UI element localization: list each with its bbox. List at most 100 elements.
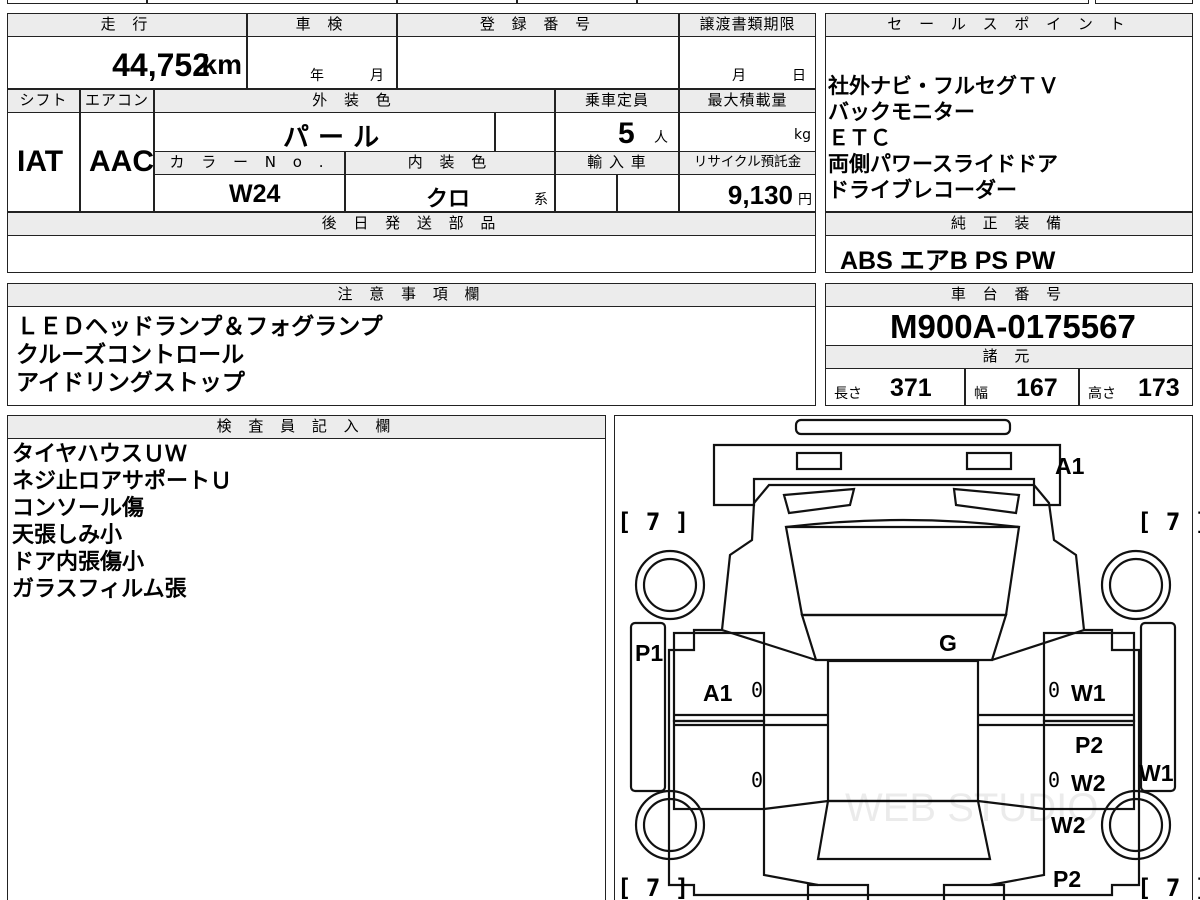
top-cropped-cell-1 [7, 0, 147, 4]
inspector-item: 天張しみ小 [12, 523, 123, 548]
standard-equipment-cell: ABS エアB PS PW [825, 235, 1193, 275]
recycle-unit: 円 [798, 192, 812, 208]
wiper-right [952, 487, 1020, 514]
recycle-header: リサイクル預託金 [679, 151, 816, 175]
interior-color-header: 内 装 色 [345, 151, 555, 175]
recycle-cell: 9,130 円 [679, 174, 816, 212]
height-cell: 高さ 173 [1079, 368, 1193, 406]
left-front-door-zero: 0 [751, 678, 764, 702]
max-load-header: 最大積載量 [679, 89, 816, 113]
tire-left-top-bracket: [ 7 ] [617, 508, 690, 536]
tire-rear-right [1100, 789, 1171, 860]
exterior-color-extra-cell [495, 112, 555, 152]
sales-point-item: ドライブレコーダー [828, 178, 1017, 202]
tire-front-right-inner [1108, 557, 1163, 612]
capacity-unit: 人 [654, 130, 668, 146]
later-parts-cell [7, 235, 816, 273]
standard-equipment-header: 純 正 装 備 [825, 212, 1193, 236]
chassis-no-header: 車 台 番 号 [825, 283, 1193, 307]
tire-left-bottom-value: 7 [645, 874, 661, 900]
mileage-unit: km [201, 49, 242, 80]
right-rear-bottom-code: P2 [1053, 866, 1082, 892]
capacity-header: 乗車定員 [555, 89, 679, 113]
import-cell-2 [617, 174, 679, 212]
inspector-item: コンソール傷 [12, 496, 145, 521]
top-cropped-cell-2 [147, 0, 397, 4]
sales-point-item: ＥＴＣ [828, 126, 891, 150]
headlight-right [965, 451, 1012, 470]
width-label: 幅 [974, 386, 988, 402]
inspector-item: ネジ止ロアサポートＵ [12, 469, 233, 494]
inspector-item: ドア内張傷小 [12, 550, 145, 575]
height-label: 高さ [1088, 386, 1116, 402]
front-damage-code: A1 [1055, 453, 1085, 479]
interior-color-value: クロ [426, 187, 471, 212]
sales-points-cell: 社外ナビ・フルセグＴＶ バックモニター ＥＴＣ 両側パワースライドドア ドライブ… [825, 36, 1193, 212]
mileage-header: 走 行 [7, 13, 247, 37]
chassis-no-cell: M900A-0175567 [825, 306, 1193, 346]
color-no-header: カ ラ ー N o . [154, 151, 345, 175]
left-c-pillar [763, 799, 828, 810]
interior-color-cell: クロ 系 [345, 174, 555, 212]
registration-cell [397, 36, 679, 89]
shift-cell: IAT [7, 112, 80, 212]
left-rear-door-zero: 0 [751, 768, 764, 792]
inspection-header: 車 検 [247, 13, 397, 37]
specs-header: 諸 元 [825, 345, 1193, 369]
width-cell: 幅 167 [965, 368, 1079, 406]
shift-value: IAT [17, 145, 64, 178]
color-no-value: W24 [229, 180, 281, 208]
left-fender-code: P1 [635, 640, 664, 666]
width-value: 167 [1016, 374, 1058, 402]
capacity-cell: 5 人 [555, 112, 679, 152]
shift-header: シフト [7, 89, 80, 113]
standard-equipment-value: ABS エアB PS PW [840, 247, 1056, 275]
rear-bumper-left [806, 883, 869, 900]
note-item: アイドリングストップ [16, 370, 245, 396]
top-cropped-cell-3 [397, 0, 517, 4]
exterior-color-header: 外 装 色 [154, 89, 555, 113]
inspector-item: ガラスフィルム張 [12, 577, 187, 602]
transfer-deadline-header: 譲渡書類期限 [679, 13, 816, 37]
inspection-year-label: 年 [310, 68, 324, 84]
inspection-month-label: 月 [370, 68, 384, 84]
glass-damage-code: G [939, 630, 957, 656]
transfer-month-label: 月 [732, 68, 746, 84]
max-load-unit: kg [794, 127, 811, 143]
capacity-value: 5 [618, 117, 635, 150]
aircon-cell: AAC [80, 112, 154, 212]
right-a-pillar [991, 628, 1084, 661]
car-diagram-panel: [ 7 ] [ 7 ] [ 7 ] [ 7 ] A1 G P1 A1 0 0 0… [614, 415, 1200, 900]
transfer-day-label: 日 [792, 68, 806, 84]
recycle-value: 9,130 [727, 180, 793, 210]
tire-left-top-value: 7 [645, 508, 661, 536]
max-load-cell: kg [679, 112, 816, 152]
left-front-door [672, 631, 765, 722]
notes-header: 注 意 事 項 欄 [7, 283, 816, 307]
inspection-cell: 年 月 [247, 36, 397, 89]
sales-point-item: 社外ナビ・フルセグＴＶ [828, 74, 1059, 98]
right-front-door-zero: 0 [1048, 678, 1061, 702]
top-cropped-cell-5 [637, 0, 1089, 4]
wiper-left [782, 487, 855, 514]
color-no-cell: W24 [154, 174, 345, 212]
left-a-pillar [721, 628, 816, 661]
notes-cell: ＬＥＤヘッドランプ＆フォグランプ クルーズコントロール アイドリングストップ [7, 306, 816, 406]
exterior-color-value: パ ー ル [283, 123, 380, 153]
tire-front-right [1100, 549, 1171, 620]
height-value: 173 [1138, 374, 1180, 402]
mileage-cell: 44,752 km [7, 36, 247, 89]
rear-left-quarter [762, 808, 818, 886]
mileage-value: 44,752 [112, 47, 210, 83]
tire-left-bottom-bracket: [ 7 ] [617, 874, 690, 900]
note-item: ＬＥＤヘッドランプ＆フォグランプ [16, 314, 383, 340]
rear-bumper-right [942, 883, 1005, 900]
tire-rear-right-inner [1108, 797, 1163, 852]
top-cropped-cell-6 [1095, 0, 1193, 4]
tire-right-bottom-bracket: [ 7 ] [1137, 874, 1200, 900]
transfer-deadline-cell: 月 日 [679, 36, 816, 89]
registration-header: 登 録 番 号 [397, 13, 679, 37]
headlight-left [795, 451, 842, 470]
length-label: 長さ [834, 386, 862, 402]
length-value: 371 [890, 374, 932, 402]
